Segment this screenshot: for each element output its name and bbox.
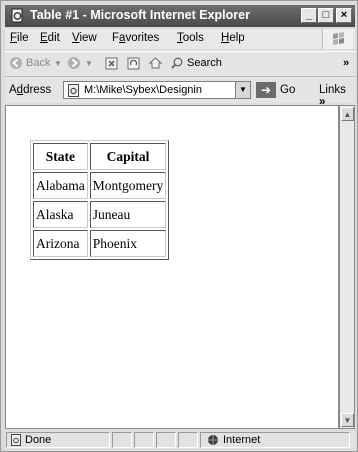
- status-pane: [134, 432, 154, 448]
- cell-state: Alabama: [33, 172, 88, 199]
- menu-view[interactable]: View: [72, 32, 97, 44]
- ie-page-icon: [11, 8, 23, 23]
- back-button[interactable]: Back: [26, 57, 50, 69]
- back-arrow-icon[interactable]: [9, 56, 23, 70]
- maximize-button[interactable]: □: [318, 8, 334, 23]
- menu-tools[interactable]: Tools: [177, 32, 204, 44]
- windows-logo-throbber: [322, 29, 353, 49]
- search-button[interactable]: Search: [187, 57, 222, 69]
- browser-window: Table #1 - Microsoft Internet Explorer _…: [0, 0, 358, 452]
- menu-bar: File Edit View Favorites Tools Help: [5, 29, 355, 49]
- internet-zone-globe-icon: [208, 435, 218, 445]
- status-text-cell: Done: [6, 432, 110, 448]
- minimize-button[interactable]: _: [301, 8, 317, 23]
- go-button[interactable]: Go: [280, 84, 295, 96]
- page-done-icon: [11, 434, 21, 446]
- scroll-down-icon[interactable]: ▼: [341, 413, 354, 427]
- title-bar: Table #1 - Microsoft Internet Explorer _…: [5, 5, 355, 27]
- forward-arrow-icon[interactable]: [67, 56, 81, 70]
- menu-edit[interactable]: Edit: [40, 32, 60, 44]
- state-capital-table: State Capital Alabama Montgomery Alaska …: [30, 140, 170, 260]
- menu-help[interactable]: Help: [221, 32, 245, 44]
- status-pane: [178, 432, 198, 448]
- menu-file[interactable]: File: [10, 32, 29, 44]
- status-pane: [156, 432, 176, 448]
- status-text: Done: [25, 434, 52, 446]
- window-title: Table #1 - Microsoft Internet Explorer: [30, 8, 250, 22]
- address-label: Address: [9, 84, 52, 96]
- cell-capital: Montgomery: [89, 172, 167, 199]
- back-dropdown-icon[interactable]: ▼: [54, 59, 62, 68]
- windows-flag-icon: [333, 32, 344, 45]
- page-content: State Capital Alabama Montgomery Alaska …: [5, 105, 339, 429]
- home-icon[interactable]: [148, 56, 163, 70]
- forward-dropdown-icon[interactable]: ▼: [85, 59, 93, 68]
- cell-capital: Phoenix: [89, 230, 167, 257]
- table-header-row: State Capital: [33, 143, 167, 170]
- page-icon: [68, 84, 79, 97]
- security-zone-text: Internet: [223, 434, 261, 446]
- address-url: M:\Mike\Sybex\Designin: [84, 84, 202, 96]
- refresh-icon[interactable]: [127, 57, 140, 70]
- status-pane: [112, 432, 132, 448]
- header-capital: Capital: [89, 143, 167, 170]
- security-zone-cell: Internet: [200, 432, 350, 448]
- table-row: Alabama Montgomery: [33, 172, 167, 199]
- search-icon[interactable]: [170, 56, 184, 70]
- menu-favorites[interactable]: Favorites: [112, 32, 159, 44]
- table-row: Arizona Phoenix: [33, 230, 167, 257]
- vertical-scrollbar[interactable]: ▲ ▼: [339, 105, 355, 429]
- go-arrow-icon[interactable]: ➜: [256, 82, 276, 98]
- stop-icon[interactable]: [105, 57, 118, 70]
- cell-state: Alaska: [33, 201, 88, 228]
- header-state: State: [33, 143, 88, 170]
- table-row: Alaska Juneau: [33, 201, 167, 228]
- cell-capital: Juneau: [89, 201, 167, 228]
- toolbar-more-chevron[interactable]: »: [343, 57, 349, 69]
- scroll-up-icon[interactable]: ▲: [341, 107, 354, 121]
- cell-state: Arizona: [33, 230, 88, 257]
- address-input[interactable]: M:\Mike\Sybex\Designin ▼: [63, 81, 251, 99]
- close-button[interactable]: ×: [336, 8, 352, 23]
- address-bar: Address M:\Mike\Sybex\Designin ▼ ➜ Go Li…: [5, 77, 355, 108]
- status-bar: Done Internet: [5, 431, 355, 449]
- address-dropdown-icon[interactable]: ▼: [235, 82, 250, 98]
- standard-toolbar: Back ▼ ▼ Search »: [5, 51, 355, 77]
